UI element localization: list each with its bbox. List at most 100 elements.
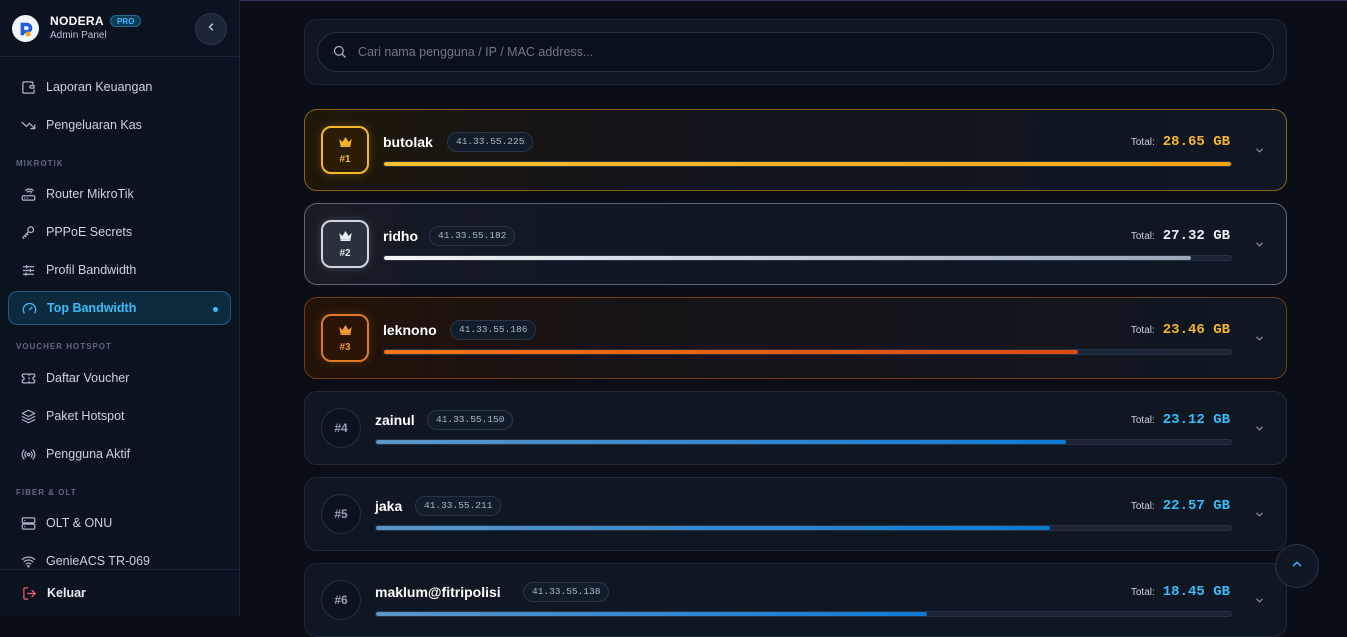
username: zainul	[375, 412, 415, 428]
rank-label: #3	[339, 342, 351, 353]
total-label: Total:	[1130, 231, 1155, 242]
ranking-card-6[interactable]: #6 maklum@fitripolisi 41.33.55.138 Total…	[304, 563, 1287, 637]
total-usage: Total: 27.32 GB	[1131, 228, 1230, 244]
total-usage: Total: 22.57 GB	[1131, 498, 1230, 514]
usage-bar-fill	[376, 440, 1066, 444]
search-icon	[332, 44, 348, 60]
sidebar-item-profil-bandwidth[interactable]: Profil Bandwidth	[8, 253, 231, 287]
total-usage: Total: 23.46 GB	[1131, 322, 1230, 338]
sidebar-item-pppoe-secrets[interactable]: PPPoE Secrets	[8, 215, 231, 249]
ip-address: 41.33.55.211	[415, 496, 502, 516]
gauge-icon	[21, 300, 37, 316]
sidebar-item-label: PPPoE Secrets	[46, 225, 133, 239]
sidebar-item-label: Paket Hotspot	[46, 409, 125, 423]
router-icon	[20, 186, 36, 202]
sidebar-item-label: Pengeluaran Kas	[46, 118, 142, 132]
sidebar-item-laporan-keuangan[interactable]: Laporan Keuangan	[8, 70, 231, 104]
sidebar-item-pengeluaran-kas[interactable]: Pengeluaran Kas	[8, 108, 231, 142]
wifi-icon	[20, 553, 36, 569]
ranking-card-5[interactable]: #5 jaka 41.33.55.211 Total: 22.57 GB	[304, 477, 1287, 551]
total-usage: Total: 18.45 GB	[1131, 584, 1230, 600]
chevron-down-icon[interactable]	[1252, 507, 1266, 521]
ip-address: 41.33.55.138	[523, 582, 610, 602]
total-label: Total:	[1130, 501, 1155, 512]
rank-badge: #5	[321, 494, 361, 534]
usage-bar-fill	[376, 612, 927, 616]
ticket-icon	[20, 370, 36, 386]
collapse-sidebar-button[interactable]	[195, 13, 227, 45]
sidebar-item-label: Profil Bandwidth	[46, 263, 137, 277]
usage-bar	[383, 161, 1232, 167]
brand-name: NODERA	[50, 14, 104, 28]
sidebar-item-olt-onu[interactable]: OLT & ONU	[8, 506, 231, 540]
search-input[interactable]	[358, 45, 1238, 59]
sidebar-item-pengguna-aktif[interactable]: Pengguna Aktif	[8, 437, 231, 471]
server-icon	[20, 515, 36, 531]
ip-address: 41.33.55.150	[427, 410, 514, 430]
ip-address: 41.33.55.182	[429, 226, 516, 246]
ranking-card-1[interactable]: #1 butolak 41.33.55.225 Total: 28.65 GB	[304, 109, 1287, 191]
pro-badge: PRO	[110, 15, 142, 27]
usage-bar-fill	[384, 350, 1078, 354]
sidebar-item-label: GenieACS TR-069	[46, 554, 150, 568]
total-value: 18.45 GB	[1162, 584, 1230, 600]
rank-badge: #1	[321, 126, 369, 174]
rank-badge: #6	[321, 580, 361, 620]
key-icon	[20, 224, 36, 240]
total-label: Total:	[1130, 137, 1155, 148]
chevron-left-icon	[205, 20, 217, 38]
chevron-down-icon[interactable]	[1252, 143, 1266, 157]
usage-bar	[375, 439, 1232, 445]
usage-bar	[383, 349, 1232, 355]
sidebar: KEUANGAN Laporan Keuangan Pengeluaran Ka…	[0, 0, 240, 616]
username: leknono	[383, 322, 437, 338]
sidebar-item-top-bandwidth[interactable]: Top Bandwidth	[8, 291, 231, 325]
chevron-down-icon[interactable]	[1252, 237, 1266, 251]
ranking-card-2[interactable]: #2 ridho 41.33.55.182 Total: 27.32 GB	[304, 203, 1287, 285]
ranking-card-4[interactable]: #4 zainul 41.33.55.150 Total: 23.12 GB	[304, 391, 1287, 465]
sidebar-item-daftar-voucher[interactable]: Daftar Voucher	[8, 361, 231, 395]
sidebar-item-paket-hotspot[interactable]: Paket Hotspot	[8, 399, 231, 433]
chevron-down-icon[interactable]	[1252, 593, 1266, 607]
active-indicator-dot	[213, 307, 218, 312]
ip-address: 41.33.55.225	[447, 132, 534, 152]
logout-button[interactable]: Keluar	[0, 569, 239, 616]
total-label: Total:	[1130, 325, 1155, 336]
crown-icon	[338, 323, 353, 341]
usage-bar-fill	[376, 526, 1050, 530]
ranking-card-3[interactable]: #3 leknono 41.33.55.186 Total: 23.46 GB	[304, 297, 1287, 379]
rank-label: #2	[339, 248, 351, 259]
total-value: 22.57 GB	[1162, 498, 1230, 514]
ip-address: 41.33.55.186	[450, 320, 537, 340]
sidebar-item-router-mikrotik[interactable]: Router MikroTik	[8, 177, 231, 211]
section-label-mikrotik: MIKROTIK	[16, 159, 64, 168]
broadcast-icon	[20, 446, 36, 462]
search-panel	[304, 19, 1287, 85]
total-label: Total:	[1130, 415, 1155, 426]
total-value: 27.32 GB	[1162, 228, 1230, 244]
username: jaka	[375, 498, 403, 514]
total-value: 28.65 GB	[1162, 134, 1230, 150]
username: butolak	[383, 134, 433, 150]
logout-icon	[22, 585, 38, 601]
chevron-down-icon[interactable]	[1252, 421, 1266, 435]
crown-icon	[338, 135, 353, 153]
sidebar-item-label: Daftar Voucher	[46, 371, 130, 385]
rank-badge: #3	[321, 314, 369, 362]
layers-icon	[20, 408, 36, 424]
sidebar-item-label: Router MikroTik	[46, 187, 134, 201]
wallet-icon	[20, 79, 36, 95]
scroll-to-top-button[interactable]	[1275, 544, 1319, 588]
section-label-voucher: VOUCHER HOTSPOT	[16, 342, 112, 351]
logo	[12, 15, 39, 42]
search-box[interactable]	[317, 32, 1274, 72]
sidebar-item-label: Pengguna Aktif	[46, 447, 131, 461]
usage-bar-fill	[384, 162, 1231, 166]
usage-bar	[375, 611, 1232, 617]
total-label: Total:	[1130, 587, 1155, 598]
crown-icon	[338, 229, 353, 247]
username: ridho	[383, 228, 418, 244]
trending-down-icon	[20, 117, 36, 133]
chevron-down-icon[interactable]	[1252, 331, 1266, 345]
logout-label: Keluar	[47, 586, 86, 600]
